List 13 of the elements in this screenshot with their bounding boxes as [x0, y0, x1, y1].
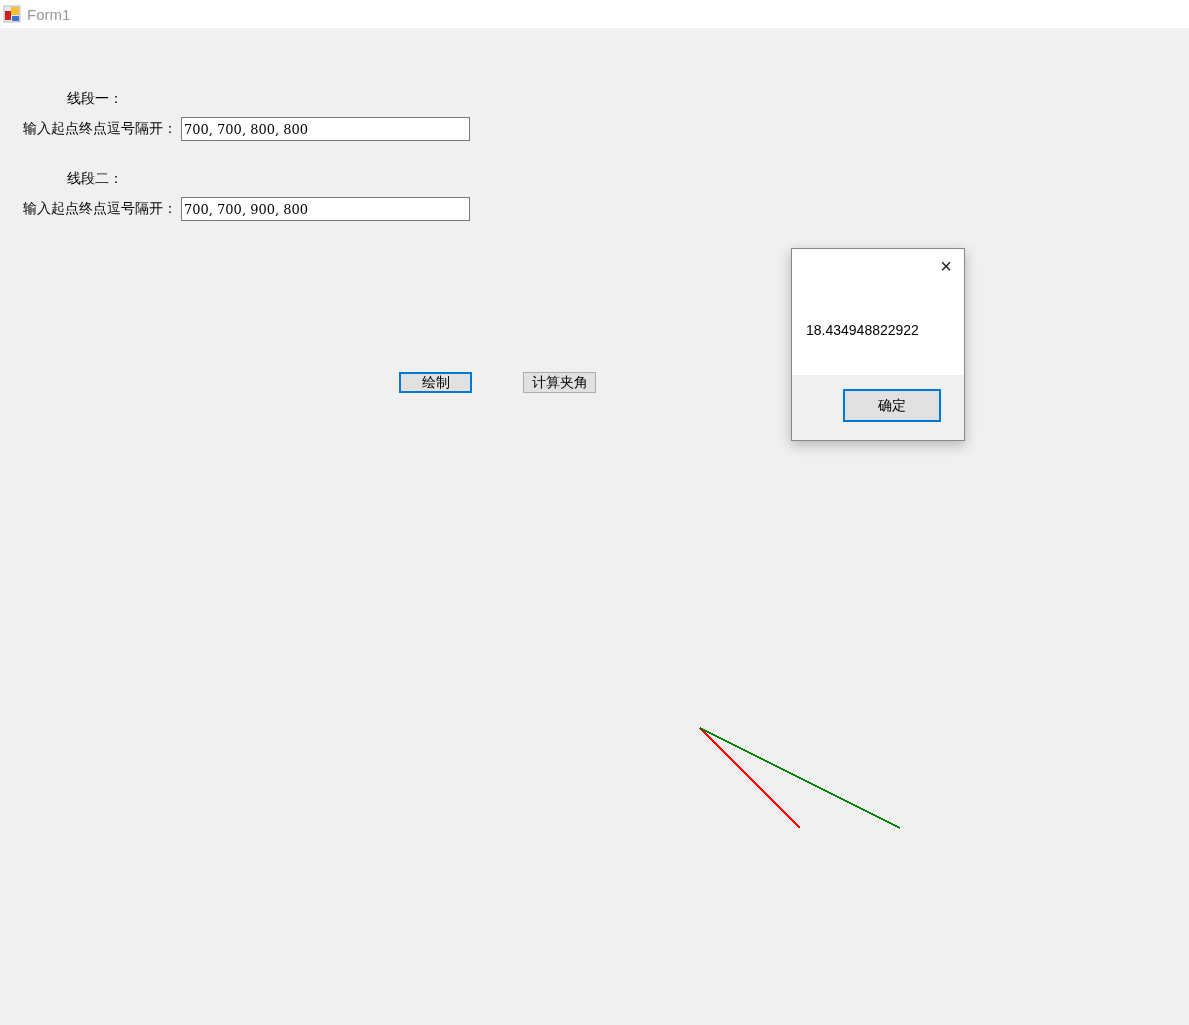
action-button[interactable]: 计算夹角	[523, 372, 596, 393]
field-label: 输入起点终点逗号隔开：	[22, 120, 178, 138]
action-button[interactable]: 绘制	[399, 372, 472, 393]
section-label: 线段二：	[67, 170, 123, 186]
section-label: 线段一：	[67, 90, 123, 106]
coordinates-field[interactable]: 700, 700, 900, 800	[181, 197, 470, 221]
field-label: 输入起点终点逗号隔开：	[22, 200, 178, 218]
app-icon	[3, 5, 21, 23]
ok-button[interactable]: 确定	[843, 389, 941, 422]
window-title: Form1	[27, 5, 71, 23]
close-button[interactable]: ×	[940, 254, 952, 278]
coordinates-field[interactable]: 700, 700, 800, 800	[181, 117, 470, 141]
dialog-message: 18.434948822922	[806, 322, 919, 338]
